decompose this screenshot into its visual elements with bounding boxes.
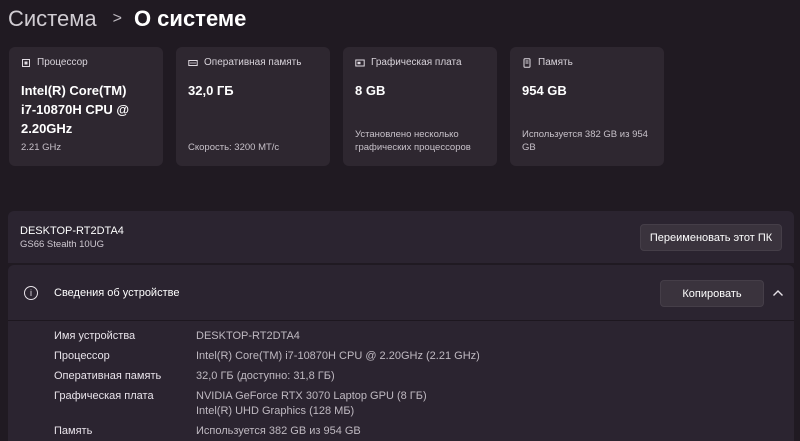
gpu-card: Графическая плата 8 GB Установлено неско… xyxy=(343,47,497,166)
spec-label-device-name: Имя устройства xyxy=(54,330,136,342)
page-title: О системе xyxy=(133,6,247,31)
spec-label-ram: Оперативная память xyxy=(54,370,162,382)
pc-name-bar: DESKTOP-RT2DTA4 GS66 Stealth 10UG Переим… xyxy=(8,211,794,263)
copy-button[interactable]: Копировать xyxy=(660,280,764,307)
cpu-icon xyxy=(22,58,30,67)
spec-value-storage: Используется 382 GB из 954 GB xyxy=(196,425,361,437)
memory-card-value: 32,0 ГБ xyxy=(188,83,234,98)
cpu-card-value: Intel(R) Core(TM) i7-10870H CPU @ 2.20GH… xyxy=(21,83,130,136)
cpu-card-title: Процессор xyxy=(37,57,88,68)
memory-card: Оперативная память 32,0 ГБ Скорость: 320… xyxy=(176,47,330,166)
memory-card-footer: Скорость: 3200 МТ/с xyxy=(188,142,280,153)
breadcrumb-separator-icon: > xyxy=(112,10,122,27)
device-specs-header[interactable]: i Сведения об устройстве Копировать xyxy=(8,265,794,321)
rename-pc-button[interactable]: Переименовать этот ПК xyxy=(640,224,782,251)
storage-card: Память 954 GB Используется 382 GB из 954… xyxy=(510,47,664,166)
storage-icon xyxy=(523,57,531,68)
memory-card-title: Оперативная память xyxy=(204,57,302,68)
spec-value-ram: 32,0 ГБ (доступно: 31,8 ГБ) xyxy=(196,370,335,382)
pc-model: GS66 Stealth 10UG xyxy=(20,239,104,250)
device-specs-panel: i Сведения об устройстве Копировать Имя … xyxy=(8,265,794,441)
info-icon: i xyxy=(24,286,38,300)
storage-card-title: Память xyxy=(538,57,573,68)
pc-name: DESKTOP-RT2DTA4 xyxy=(20,225,124,237)
spec-value-gpu: NVIDIA GeForce RTX 3070 Laptop GPU (8 ГБ… xyxy=(196,390,427,417)
storage-card-footer: Используется 382 GB из 954 GB xyxy=(522,129,648,153)
spec-value-processor: Intel(R) Core(TM) i7-10870H CPU @ 2.20GH… xyxy=(196,350,480,362)
spec-label-processor: Процессор xyxy=(54,350,110,362)
spec-label-gpu: Графическая плата xyxy=(54,390,154,402)
breadcrumb-system-link[interactable]: Система xyxy=(8,6,97,32)
spec-label-storage: Память xyxy=(54,425,93,437)
gpu-card-footer: Установлено несколько графических процес… xyxy=(355,129,471,153)
breadcrumb: Система > О системе xyxy=(8,4,246,34)
storage-card-value: 954 GB xyxy=(522,83,567,98)
gpu-card-value: 8 GB xyxy=(355,83,386,98)
cpu-card-footer: 2.21 GHz xyxy=(21,142,62,153)
gpu-card-title: Графическая плата xyxy=(371,57,462,68)
memory-icon xyxy=(188,59,198,66)
cpu-card: Процессор Intel(R) Core(TM) i7-10870H CP… xyxy=(9,47,163,166)
gpu-icon xyxy=(355,59,365,66)
spec-value-device-name: DESKTOP-RT2DTA4 xyxy=(196,330,300,342)
chevron-up-icon[interactable] xyxy=(768,283,788,303)
device-specs-title: Сведения об устройстве xyxy=(54,287,180,299)
